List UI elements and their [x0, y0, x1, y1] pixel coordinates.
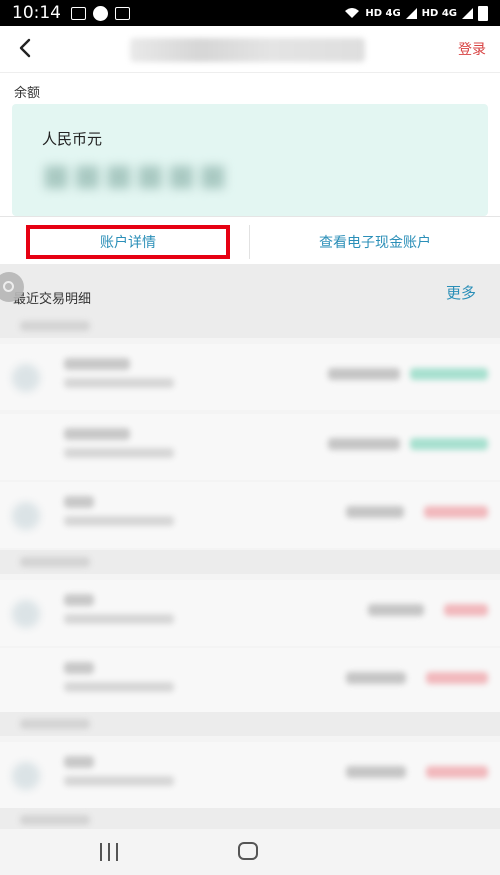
- list-separator: [0, 550, 500, 574]
- system-nav-bar: [0, 829, 500, 875]
- view-ecash-account-button[interactable]: 查看电子现金账户: [250, 225, 500, 259]
- table-row[interactable]: [0, 414, 500, 480]
- account-detail-button[interactable]: 账户详情: [26, 225, 230, 259]
- wifi-icon: [345, 8, 360, 18]
- row-title: [64, 496, 94, 508]
- row-icon: [12, 364, 40, 392]
- home-icon[interactable]: [238, 842, 258, 860]
- status-right: HD 4G HD 4G: [344, 5, 488, 21]
- row-title: [64, 428, 130, 440]
- row-subtitle: [64, 614, 174, 624]
- balance-amount-redacted: ■■■■■■: [42, 158, 231, 193]
- table-row[interactable]: [0, 482, 500, 548]
- separator-bar: [20, 719, 90, 729]
- table-row[interactable]: [0, 580, 500, 646]
- row-tag: [444, 604, 488, 616]
- row-amount: [368, 604, 424, 616]
- row-icon: [12, 502, 40, 530]
- row-subtitle: [64, 378, 174, 388]
- list-separator: [0, 712, 500, 736]
- transaction-list-redacted: [0, 314, 500, 829]
- more-link[interactable]: 更多: [446, 282, 476, 303]
- nav-bar: 登录: [0, 26, 500, 73]
- balance-label: 余额: [14, 86, 41, 101]
- row-amount: [346, 766, 406, 778]
- row-tag: [410, 438, 488, 450]
- table-row[interactable]: [0, 742, 500, 808]
- row-amount: [346, 672, 406, 684]
- row-tag: [426, 766, 488, 778]
- login-button[interactable]: 登录: [458, 39, 486, 59]
- separator-bar: [20, 321, 90, 331]
- currency-label: 人民币元: [42, 130, 103, 148]
- row-title: [64, 594, 94, 606]
- row-subtitle: [64, 682, 174, 692]
- table-row[interactable]: [0, 648, 500, 714]
- row-subtitle: [64, 448, 174, 458]
- sim-icon: [115, 6, 130, 20]
- row-amount: [328, 438, 400, 450]
- image-icon: [71, 6, 86, 20]
- network-label-right: HD 4G: [421, 7, 457, 19]
- row-subtitle: [64, 776, 174, 786]
- row-icon: [12, 600, 40, 628]
- row-title: [64, 358, 130, 370]
- list-separator: [0, 314, 500, 338]
- assist-icon: [3, 281, 14, 292]
- row-title: [64, 756, 94, 768]
- status-bar: 10:14 HD 4G HD 4G: [0, 0, 500, 26]
- recents-icon[interactable]: [98, 843, 120, 861]
- row-amount: [328, 368, 400, 380]
- page-title-redacted: [130, 38, 365, 62]
- row-tag: [410, 368, 488, 380]
- separator-bar: [20, 557, 90, 567]
- row-title: [64, 662, 94, 674]
- row-amount: [346, 506, 404, 518]
- signal-icon: [405, 7, 417, 19]
- recent-transactions-title: 最近交易明细: [13, 292, 92, 307]
- row-subtitle: [64, 516, 174, 526]
- separator-bar: [20, 815, 90, 825]
- battery-icon: [478, 5, 488, 21]
- row-tag: [426, 672, 488, 684]
- network-label-left: HD 4G: [365, 7, 401, 19]
- row-icon: [12, 762, 40, 790]
- table-row[interactable]: [0, 344, 500, 410]
- balance-card: 人民币元 ■■■■■■: [12, 104, 488, 216]
- row-tag: [424, 506, 488, 518]
- recent-transactions-header: 最近交易明细 更多: [0, 264, 500, 314]
- action-row: 账户详情 查看电子现金账户: [0, 216, 500, 265]
- back-icon[interactable]: [14, 36, 38, 60]
- browser-icon: [93, 5, 108, 21]
- list-separator: [0, 808, 500, 829]
- signal-icon-2: [462, 7, 473, 19]
- status-time: 10:14: [12, 3, 61, 23]
